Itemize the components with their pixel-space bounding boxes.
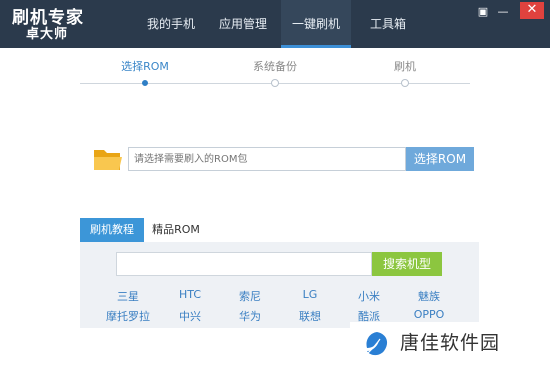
brand-link-samsung[interactable]: 三星 (98, 288, 158, 304)
step-dot (271, 79, 279, 87)
close-icon[interactable]: ✕ (520, 2, 544, 19)
nav-one-click-flash[interactable]: 一键刷机 (281, 0, 351, 48)
brand-link-zte[interactable]: 中兴 (160, 308, 220, 324)
tab-featured-rom[interactable]: 精品ROM (144, 218, 208, 242)
tab-flash-tutorial[interactable]: 刷机教程 (80, 218, 144, 242)
leaf-logo-icon (366, 332, 388, 356)
brand-link-motorola[interactable]: 摩托罗拉 (98, 308, 158, 324)
menu-icon[interactable]: ▣ (474, 4, 492, 20)
step-system-backup: 系统备份 (235, 58, 315, 87)
step-indicator: 选择ROM 系统备份 刷机 (80, 58, 470, 98)
brand-link-meizu[interactable]: 魅族 (399, 288, 459, 304)
brand-link-xiaomi[interactable]: 小米 (339, 288, 399, 304)
title-bar: 刷机专家 卓大师 我的手机 应用管理 一键刷机 工具箱 ▣ — ✕ (0, 0, 550, 48)
nav-app-manager[interactable]: 应用管理 (212, 0, 274, 48)
brand-link-lenovo[interactable]: 联想 (280, 308, 340, 324)
search-model-button[interactable]: 搜索机型 (372, 252, 442, 276)
brand-link-sony[interactable]: 索尼 (220, 288, 280, 304)
model-search-input[interactable] (116, 252, 372, 276)
nav-toolbox[interactable]: 工具箱 (362, 0, 414, 48)
step-label: 刷机 (394, 60, 416, 73)
app-subtitle: 卓大师 (26, 27, 69, 42)
watermark-text: 唐佳软件园 (400, 332, 501, 354)
brand-link-lg[interactable]: LG (280, 288, 340, 301)
nav-my-phone[interactable]: 我的手机 (140, 0, 202, 48)
brand-link-oppo[interactable]: OPPO (399, 308, 459, 321)
minimize-icon[interactable]: — (494, 4, 512, 20)
folder-icon[interactable] (93, 146, 123, 172)
step-label: 选择ROM (121, 60, 169, 73)
step-dot (401, 79, 409, 87)
brand-link-htc[interactable]: HTC (160, 288, 220, 301)
brand-link-huawei[interactable]: 华为 (220, 308, 280, 324)
rom-path-input[interactable] (128, 147, 406, 171)
app-title: 刷机专家 (12, 8, 84, 28)
step-label: 系统备份 (253, 60, 297, 73)
tutorial-panel: 搜索机型 三星 HTC 索尼 LG 小米 魅族 摩托罗拉 中兴 华为 联想 酷派… (80, 242, 479, 328)
step-dot (142, 80, 148, 86)
select-rom-button[interactable]: 选择ROM (406, 147, 474, 171)
step-flash: 刷机 (365, 58, 445, 87)
step-select-rom: 选择ROM (105, 58, 185, 86)
